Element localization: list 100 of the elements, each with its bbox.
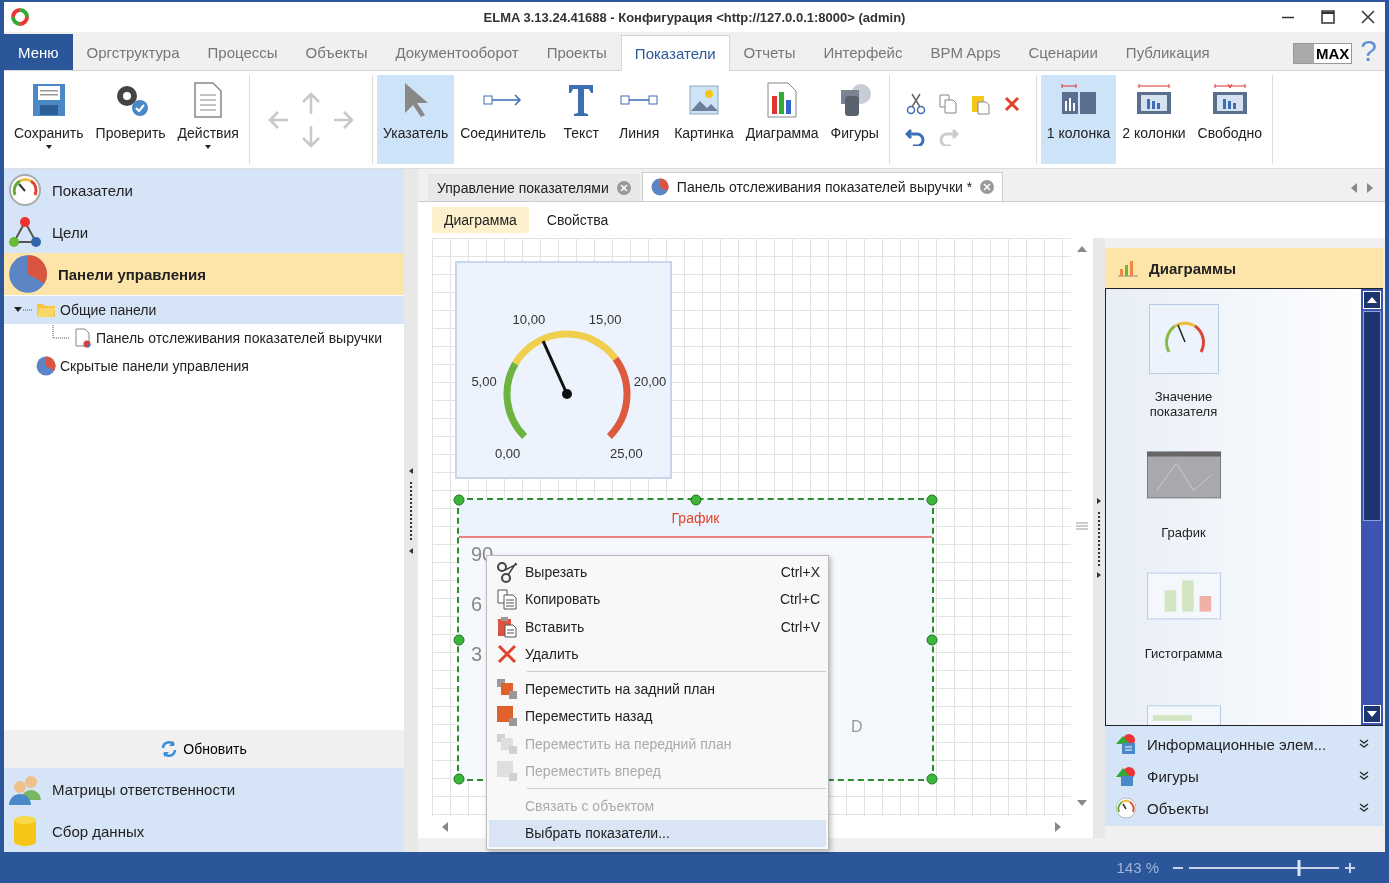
palette-section[interactable]: Фигуры (1105, 760, 1383, 792)
splitter-grip-icon (408, 465, 414, 556)
delete-icon[interactable] (1002, 94, 1021, 113)
scroll-down-button[interactable] (1363, 705, 1381, 723)
ribbon-button[interactable]: Картинка (668, 75, 740, 164)
resize-handle[interactable] (926, 773, 938, 785)
menu-item[interactable]: Вставить Ctrl+V (489, 613, 826, 641)
tree-item-label: Панель отслеживания показателей выручки (96, 330, 382, 346)
ribbon-button[interactable]: Свободно (1191, 75, 1268, 164)
scissors-icon[interactable] (905, 92, 926, 115)
ribbon-tab[interactable]: Отчеты (729, 34, 810, 70)
resize-handle[interactable] (926, 634, 938, 645)
gauge-label: 5,00 (471, 373, 497, 389)
axis-label: 3 (471, 644, 483, 664)
nav-item-label: Матрицы ответственности (52, 780, 236, 798)
page-icon (74, 328, 92, 348)
caret-icon (205, 145, 212, 149)
ribbon-button[interactable]: Соединитель (454, 75, 553, 164)
resize-handle[interactable] (453, 494, 465, 506)
copy-icon[interactable] (937, 92, 958, 115)
view-tab[interactable]: Диаграмма (432, 207, 529, 233)
resize-handle[interactable] (690, 494, 701, 506)
ribbon-button[interactable]: Сохранить (8, 75, 90, 164)
ribbon-tab[interactable]: Оргструктура (72, 34, 194, 70)
minus-icon[interactable] (1173, 866, 1183, 869)
ribbon-button[interactable]: Проверить (89, 75, 172, 164)
tree-connector-line (52, 325, 70, 339)
nav-item[interactable]: Показатели (4, 169, 404, 211)
scroll-right-icon[interactable] (1365, 183, 1375, 193)
scroll-up-icon[interactable] (1077, 244, 1087, 254)
menu-item[interactable]: Удалить (489, 640, 826, 668)
gauge-widget[interactable]: 0,00 5,00 10,00 15,00 20,00 25,00 (455, 261, 672, 479)
ribbon-button[interactable]: Действия (171, 75, 245, 164)
resize-handle[interactable] (926, 494, 938, 506)
palette-section[interactable]: Объекты (1105, 792, 1383, 824)
menu-item[interactable]: Копировать Ctrl+C (489, 585, 826, 613)
close-tab-icon[interactable] (616, 181, 631, 195)
gauge-label: 20,00 (633, 373, 667, 389)
nav-item[interactable]: Сбор данных (4, 810, 404, 852)
scrollbar-thumb[interactable] (1363, 311, 1381, 521)
menu-item[interactable]: Вырезать Ctrl+X (489, 558, 826, 586)
pie-chart-icon (36, 356, 56, 376)
maximize-icon[interactable] (1321, 10, 1335, 24)
scroll-up-button[interactable] (1363, 291, 1381, 309)
ribbon-tab[interactable]: Публикация (1111, 34, 1224, 70)
minimize-icon[interactable] (1281, 15, 1295, 19)
nav-item[interactable]: Панели управления (4, 253, 404, 295)
ribbon-button[interactable]: Фигуры (824, 75, 885, 164)
ribbon-button[interactable]: Диаграмма (739, 75, 825, 164)
document-tab[interactable]: Управление показателями (428, 174, 640, 201)
ribbon-tab[interactable]: Документооборот (381, 34, 533, 70)
ribbon-button[interactable]: Текст (552, 75, 611, 164)
gauge-label: 15,00 (588, 312, 622, 328)
ribbon-tab[interactable]: Показатели (620, 35, 730, 71)
tree-item[interactable]: Скрытые панели управления (4, 352, 404, 380)
refresh-button[interactable]: Обновить (4, 730, 404, 768)
ribbon-button[interactable]: 1 колонка (1040, 75, 1117, 164)
palette-item[interactable]: Гистограмма (1133, 560, 1234, 661)
ribbon-button[interactable]: 2 колонки (1116, 75, 1192, 164)
ribbon-button[interactable]: Указатель (376, 75, 455, 164)
nav-item[interactable]: Матрицы ответственности (4, 768, 404, 810)
zoom-slider-thumb[interactable] (1297, 859, 1300, 876)
copy-icon (496, 588, 518, 611)
close-tab-icon[interactable] (980, 180, 995, 194)
ribbon-tab[interactable]: Проекты (532, 34, 621, 70)
tree-item[interactable]: Панель отслеживания показателей выручки (4, 324, 404, 352)
ribbon-button[interactable]: Линия (610, 75, 669, 164)
document-tab[interactable]: Панель отслеживания показателей выручки * (641, 172, 1004, 201)
nav-item-label: Сбор данных (52, 822, 145, 840)
nav-item[interactable]: Цели (4, 211, 404, 253)
tree-item-label: Скрытые панели управления (60, 358, 249, 374)
plus-icon[interactable] (1345, 862, 1355, 873)
view-tab[interactable]: Свойства (534, 207, 621, 233)
bar-chart-icon (1117, 259, 1139, 277)
ribbon-tab[interactable]: Объекты (291, 34, 382, 70)
gauge-label: 0,00 (494, 446, 521, 462)
resize-handle[interactable] (453, 773, 465, 785)
ribbon-tab[interactable]: Процессы (193, 34, 292, 70)
menu-item[interactable]: Выбрать показатели... (489, 819, 826, 847)
tree-item[interactable]: Общие панели (4, 296, 404, 324)
scroll-left-icon[interactable] (440, 822, 450, 832)
pie-chart-icon (8, 254, 48, 294)
menu-item[interactable]: Переместить назад (489, 702, 826, 730)
menu-button[interactable]: Меню (4, 34, 73, 70)
ribbon-tab[interactable]: Сценарии (1014, 34, 1112, 70)
menu-item[interactable]: Переместить на задний план (489, 675, 826, 703)
gauge-icon (8, 173, 42, 207)
close-icon[interactable] (1361, 10, 1375, 24)
palette-section[interactable]: Информационные элем... (1105, 728, 1383, 760)
scroll-right-icon[interactable] (1053, 822, 1063, 832)
palette-item[interactable]: Значение показателя (1133, 303, 1234, 419)
layers-icon (496, 760, 518, 783)
ribbon-tab[interactable]: Интерфейс (809, 34, 917, 70)
scroll-down-icon[interactable] (1077, 798, 1087, 808)
resize-handle[interactable] (453, 634, 465, 645)
gauge-label: 25,00 (610, 446, 643, 462)
palette-item[interactable]: График (1133, 439, 1234, 540)
ribbon-tab[interactable]: BPM Apps (916, 34, 1015, 70)
scroll-left-icon[interactable] (1349, 183, 1359, 193)
refresh-icon (161, 740, 178, 758)
